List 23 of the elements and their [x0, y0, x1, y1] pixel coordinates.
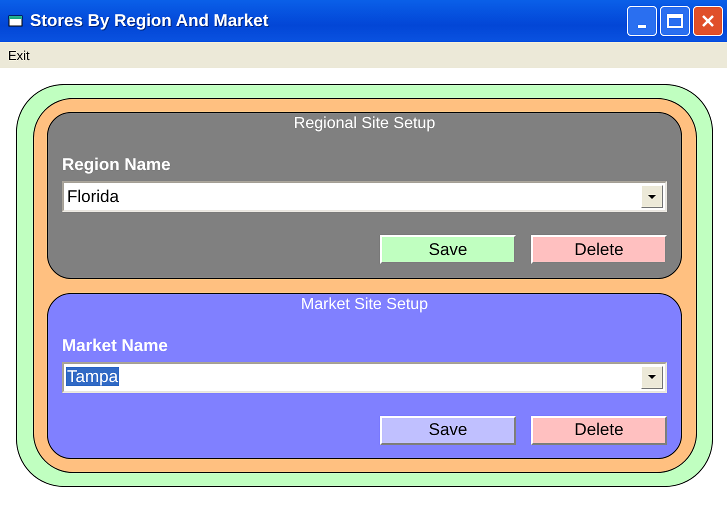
maximize-button[interactable]	[660, 6, 690, 36]
maximize-icon	[667, 14, 683, 28]
combo-box[interactable]: Florida	[62, 181, 667, 212]
field-label: Market Name	[62, 336, 169, 356]
dropdown-button[interactable]	[641, 366, 663, 388]
save-button[interactable]: Save	[380, 235, 516, 264]
panel-title: Market Site Setup	[300, 296, 428, 314]
close-button[interactable]	[693, 6, 723, 36]
caret-icon	[648, 194, 656, 198]
window-title: Stores By Region And Market	[30, 11, 270, 31]
app-icon	[8, 14, 24, 28]
minimize-icon	[638, 24, 646, 28]
panel-title: Regional Site Setup	[294, 115, 436, 133]
combo-box[interactable]: Tampa	[62, 362, 667, 392]
menu-item[interactable]: Exit	[8, 48, 30, 62]
minimize-button[interactable]	[627, 6, 657, 36]
save-button[interactable]: Save	[380, 416, 516, 444]
close-icon	[701, 14, 715, 28]
caret-icon	[648, 375, 656, 379]
delete-button[interactable]: Delete	[531, 235, 667, 264]
dropdown-button[interactable]	[641, 185, 663, 208]
delete-button[interactable]: Delete	[531, 416, 667, 444]
field-label: Region Name	[62, 155, 172, 175]
